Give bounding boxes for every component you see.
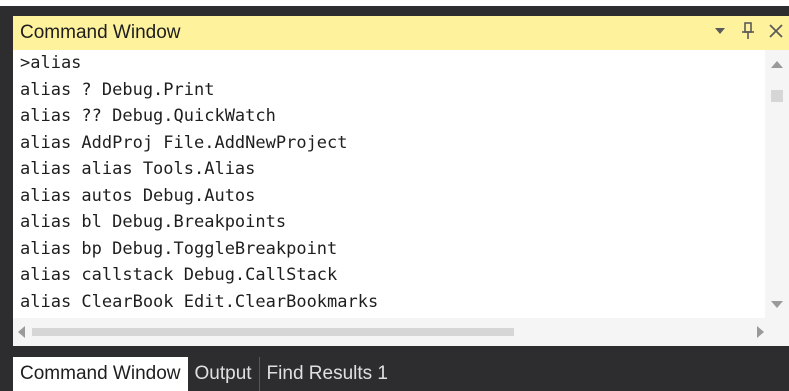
console-line: alias bp Debug.ToggleBreakpoint — [20, 238, 338, 259]
console-line: alias autos Debug.Autos — [20, 185, 256, 206]
console-line: alias callstack Debug.CallStack — [20, 265, 338, 285]
console-line: alias ? Debug.Print — [20, 79, 215, 100]
console-line: alias bl Debug.Breakpoints — [20, 212, 287, 232]
console-line: alias alias Tools.Alias — [20, 159, 256, 179]
tab-find-results-1[interactable]: Find Results 1 — [258, 357, 395, 391]
console-line: alias AddProj File.AddNewProject — [20, 132, 348, 153]
scroll-right-arrow-icon[interactable] — [757, 326, 764, 338]
command-output-area[interactable]: >alias alias ? Debug.Print alias ?? Debu… — [13, 50, 765, 318]
scroll-up-arrow-icon[interactable] — [771, 61, 783, 68]
scrollbar-corner — [765, 318, 789, 346]
console-line: alias ClearBook Edit.ClearBookmarks — [20, 291, 379, 312]
horizontal-scroll-thumb[interactable] — [32, 328, 514, 336]
tab-output[interactable]: Output — [188, 357, 259, 391]
console-line: alias ?? Debug.QuickWatch — [20, 106, 276, 126]
panel-title: Command Window — [20, 22, 181, 43]
chevron-down-icon[interactable] — [711, 20, 729, 42]
scroll-down-arrow-icon[interactable] — [771, 301, 783, 308]
titlebar-controls — [711, 20, 785, 42]
horizontal-scrollbar[interactable] — [13, 318, 789, 346]
close-icon[interactable] — [767, 20, 785, 42]
ide-frame: Command Window >alias alias ? Debug.Prin… — [0, 0, 789, 391]
command-window-panel: Command Window >alias alias ? Debug.Prin… — [13, 16, 789, 346]
console-line: >alias — [20, 53, 82, 73]
bottom-tab-strip: Command Window Output Find Results 1 — [13, 357, 789, 391]
scroll-left-arrow-icon[interactable] — [18, 326, 25, 338]
panel-titlebar[interactable]: Command Window — [13, 16, 789, 50]
vertical-scrollbar[interactable] — [765, 50, 789, 318]
vertical-scroll-thumb[interactable] — [771, 90, 783, 102]
tab-command-window[interactable]: Command Window — [13, 357, 188, 391]
pin-icon[interactable] — [739, 20, 757, 42]
